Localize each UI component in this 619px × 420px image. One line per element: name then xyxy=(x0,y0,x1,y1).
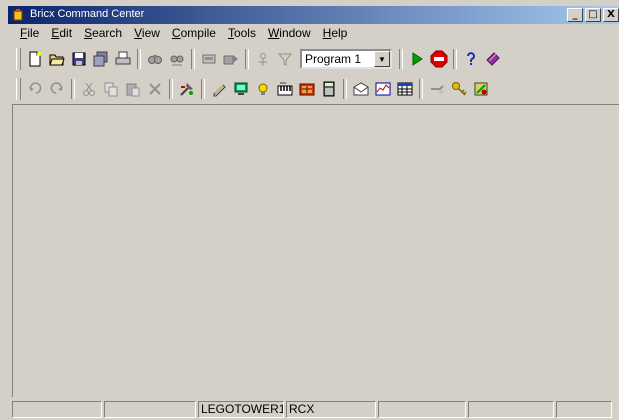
status-panel-mode xyxy=(104,401,196,418)
copy-icon[interactable] xyxy=(100,78,122,100)
menu-file[interactable]: File xyxy=(14,26,45,40)
menu-help[interactable]: Help xyxy=(317,26,354,40)
status-panel-position xyxy=(12,401,102,418)
save-all-icon[interactable] xyxy=(90,48,112,70)
chevron-down-icon[interactable]: ▼ xyxy=(374,51,390,67)
program-select[interactable]: Program 1 ▼ xyxy=(300,49,392,69)
download-icon[interactable] xyxy=(198,48,220,70)
unlock-key-icon[interactable] xyxy=(448,78,470,100)
new-file-icon[interactable] xyxy=(24,48,46,70)
filter-icon[interactable] xyxy=(274,48,296,70)
toolbar-separator xyxy=(245,49,249,69)
title-bar: Bricx Command Center _ □ X xyxy=(8,6,619,24)
edit-toolbar xyxy=(14,75,619,103)
status-panel-port: LEGOTOWER1 xyxy=(198,401,284,418)
firmware-icon[interactable] xyxy=(426,78,448,100)
toolbar-separator xyxy=(343,79,347,99)
toolbar-separator xyxy=(453,49,457,69)
send-message-icon[interactable] xyxy=(350,78,372,100)
menu-search[interactable]: Search xyxy=(78,26,128,40)
menu-tools[interactable]: Tools xyxy=(222,26,262,40)
window-title: Bricx Command Center xyxy=(30,8,145,20)
maximize-button[interactable]: □ xyxy=(585,8,601,22)
cut-icon[interactable] xyxy=(78,78,100,100)
status-panel-7 xyxy=(556,401,612,418)
save-icon[interactable] xyxy=(68,48,90,70)
app-brick-icon xyxy=(12,8,24,21)
redo-icon[interactable] xyxy=(46,78,68,100)
toolbar-separator xyxy=(191,49,195,69)
watch-icon[interactable] xyxy=(252,78,274,100)
menu-edit[interactable]: Edit xyxy=(45,26,78,40)
help-book-icon[interactable] xyxy=(482,48,504,70)
erase-program-icon[interactable] xyxy=(470,78,492,100)
editor-workspace[interactable] xyxy=(12,104,619,397)
joystick-icon[interactable] xyxy=(296,78,318,100)
piano-icon[interactable] xyxy=(274,78,296,100)
close-button[interactable]: X xyxy=(603,8,619,22)
toolbar-separator xyxy=(71,79,75,99)
delete-icon[interactable] xyxy=(144,78,166,100)
debug-icon[interactable] xyxy=(252,48,274,70)
undo-icon[interactable] xyxy=(24,78,46,100)
toolbar-separator xyxy=(399,49,403,69)
minimize-button[interactable]: _ xyxy=(567,8,583,22)
menu-bar: File Edit Search View Compile Tools Wind… xyxy=(14,24,619,42)
datalog-icon[interactable] xyxy=(372,78,394,100)
memory-map-icon[interactable] xyxy=(394,78,416,100)
program-select-value: Program 1 xyxy=(305,52,362,66)
print-icon[interactable] xyxy=(112,48,134,70)
toolbar-separator xyxy=(419,79,423,99)
open-folder-icon[interactable] xyxy=(46,48,68,70)
toolbar-grip[interactable] xyxy=(16,48,21,70)
toolbar-separator xyxy=(137,49,141,69)
calculator-icon[interactable] xyxy=(318,78,340,100)
status-panel-6 xyxy=(468,401,554,418)
toolbar-grip[interactable] xyxy=(16,78,21,100)
paste-icon[interactable] xyxy=(122,78,144,100)
stop-program-icon[interactable] xyxy=(428,48,450,70)
status-bar: LEGOTOWER1 RCX xyxy=(12,401,619,420)
menu-compile[interactable]: Compile xyxy=(166,26,222,40)
toolbar-separator xyxy=(201,79,205,99)
run-program-icon[interactable] xyxy=(406,48,428,70)
main-toolbar: Program 1 ▼ xyxy=(14,45,619,73)
status-panel-5 xyxy=(378,401,466,418)
find-icon[interactable] xyxy=(144,48,166,70)
toolbar-separator xyxy=(169,79,173,99)
find-next-icon[interactable] xyxy=(166,48,188,70)
direct-control-icon[interactable] xyxy=(208,78,230,100)
status-panel-brick-type: RCX xyxy=(286,401,376,418)
diagnostics-icon[interactable] xyxy=(230,78,252,100)
compile-tool-icon[interactable] xyxy=(176,78,198,100)
help-icon[interactable] xyxy=(460,48,482,70)
download-run-icon[interactable] xyxy=(220,48,242,70)
menu-window[interactable]: Window xyxy=(262,26,317,40)
menu-view[interactable]: View xyxy=(128,26,166,40)
